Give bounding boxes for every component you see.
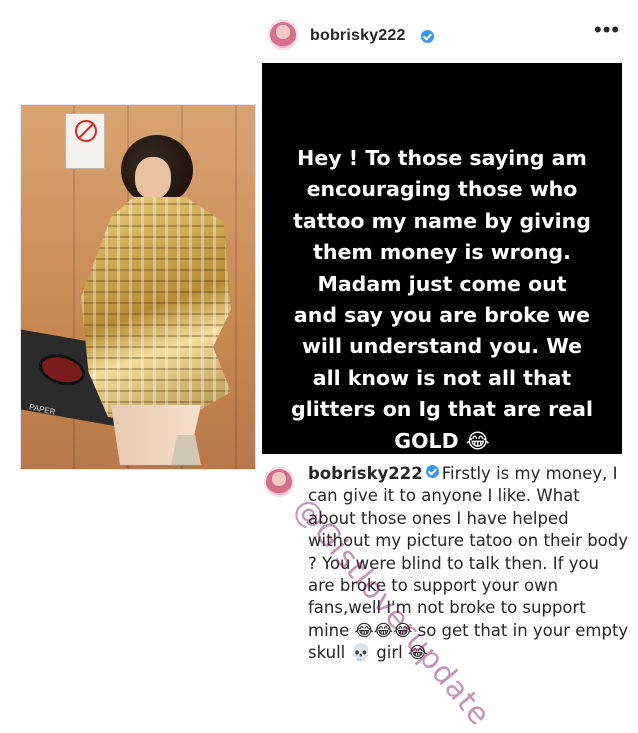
post-username[interactable]: bobrisky222 <box>310 27 406 45</box>
comment-text: Firstly is my money, I can give it to an… <box>308 464 629 663</box>
avatar-ring <box>268 20 298 50</box>
comment: bobrisky222 Firstly is my money, I can gi… <box>262 463 628 663</box>
bin-opening <box>39 350 85 389</box>
no-smoking-sign <box>65 113 105 169</box>
no-smoking-icon <box>75 120 97 142</box>
person-face <box>135 157 171 199</box>
more-options-icon[interactable]: ••• <box>594 19 620 41</box>
profile-avatar[interactable] <box>268 20 298 50</box>
post-header: bobrisky222 ••• <box>264 14 624 56</box>
avatar-ring <box>264 467 294 497</box>
text-post-card: Hey ! To those saying am encouraging tho… <box>262 63 622 454</box>
post-card-text: Hey ! To those saying am encouraging tho… <box>291 146 593 453</box>
comment-avatar[interactable] <box>264 467 294 497</box>
post-photo[interactable]: PAPER <box>20 104 256 470</box>
verified-badge-icon <box>421 30 434 43</box>
comment-body: bobrisky222 Firstly is my money, I can gi… <box>308 463 630 665</box>
verified-badge-icon <box>425 465 439 478</box>
comment-username[interactable]: bobrisky222 <box>308 464 423 483</box>
